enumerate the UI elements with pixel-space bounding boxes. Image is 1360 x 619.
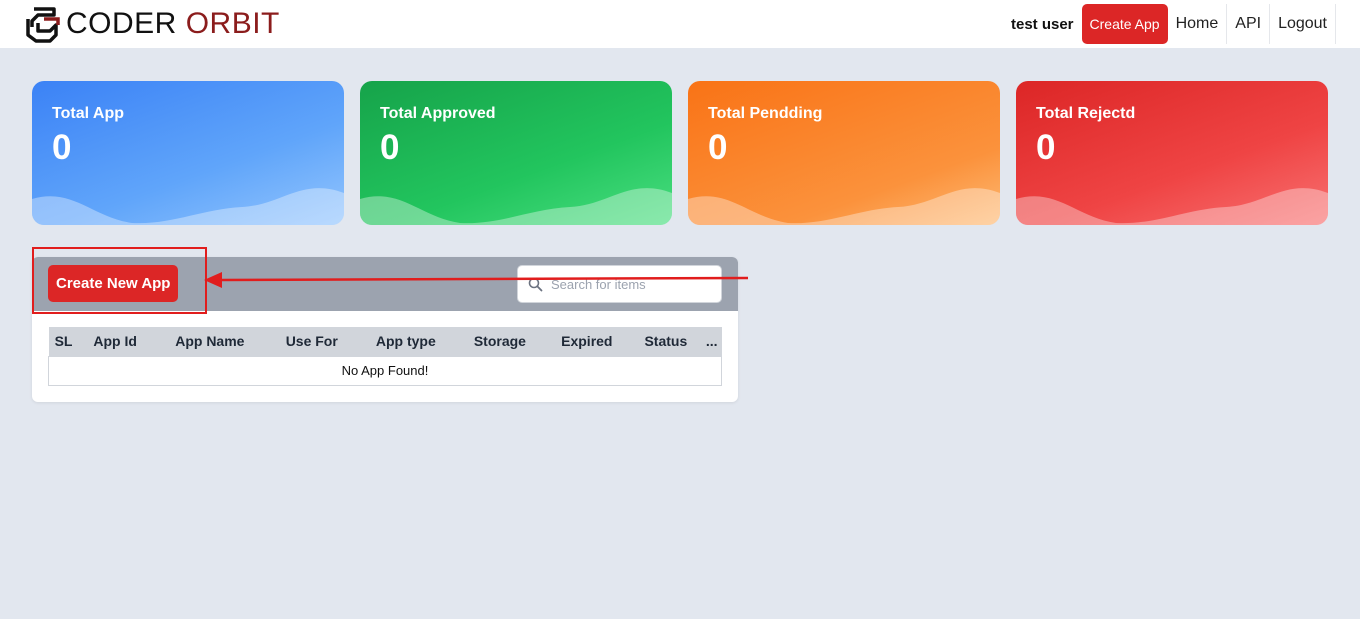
stat-label: Total Rejectd — [1036, 105, 1136, 122]
nav-logout-link[interactable]: Logout — [1270, 4, 1336, 44]
top-navbar: CODER ORBIT test user Create App Home AP… — [0, 0, 1360, 48]
table-header-row: SL App Id App Name Use For App type Stor… — [48, 327, 722, 356]
annotation-arrow-icon — [204, 272, 749, 288]
column-header-actions[interactable]: ... — [702, 327, 722, 356]
stat-label: Total App — [52, 105, 124, 122]
column-header-app-id[interactable]: App Id — [79, 327, 152, 356]
column-header-status[interactable]: Status — [630, 327, 702, 356]
column-header-storage[interactable]: Storage — [456, 327, 544, 356]
create-app-button[interactable]: Create App — [1081, 4, 1168, 44]
table-row: No App Found! — [48, 355, 722, 386]
column-header-app-type[interactable]: App type — [356, 327, 457, 356]
nav-home-link[interactable]: Home — [1168, 4, 1228, 44]
stat-card-total-rejected: Total Rejectd 0 — [1016, 81, 1328, 225]
stat-value: 0 — [52, 128, 72, 167]
nav-api-link[interactable]: API — [1227, 4, 1271, 44]
empty-message: No App Found! — [48, 355, 722, 386]
wave-decoration — [1016, 188, 1328, 225]
stat-value: 0 — [708, 128, 728, 167]
logo-icon — [26, 7, 60, 43]
wave-decoration — [32, 188, 344, 225]
apps-table: SL App Id App Name Use For App type Stor… — [48, 327, 722, 386]
brand-logo[interactable]: CODER ORBIT — [24, 4, 280, 44]
wave-decoration — [688, 188, 1000, 225]
stat-card-total-approved: Total Approved 0 — [360, 81, 672, 225]
column-header-app-name[interactable]: App Name — [152, 327, 268, 356]
annotation-highlight-box — [32, 247, 207, 314]
column-header-expired[interactable]: Expired — [544, 327, 630, 356]
wave-decoration — [360, 188, 672, 225]
stat-card-total-pending: Total Pendding 0 — [688, 81, 1000, 225]
stat-label: Total Approved — [380, 105, 496, 122]
stat-label: Total Pendding — [708, 105, 823, 122]
column-header-sl[interactable]: SL — [49, 327, 79, 356]
column-header-use-for[interactable]: Use For — [268, 327, 356, 356]
nav-menu: test user Create App Home API Logout — [1011, 4, 1336, 44]
stat-value: 0 — [380, 128, 400, 167]
brand-name: CODER ORBIT — [66, 7, 280, 40]
stat-value: 0 — [1036, 128, 1056, 167]
stat-card-total-app: Total App 0 — [32, 81, 344, 225]
user-name: test user — [1010, 15, 1074, 33]
